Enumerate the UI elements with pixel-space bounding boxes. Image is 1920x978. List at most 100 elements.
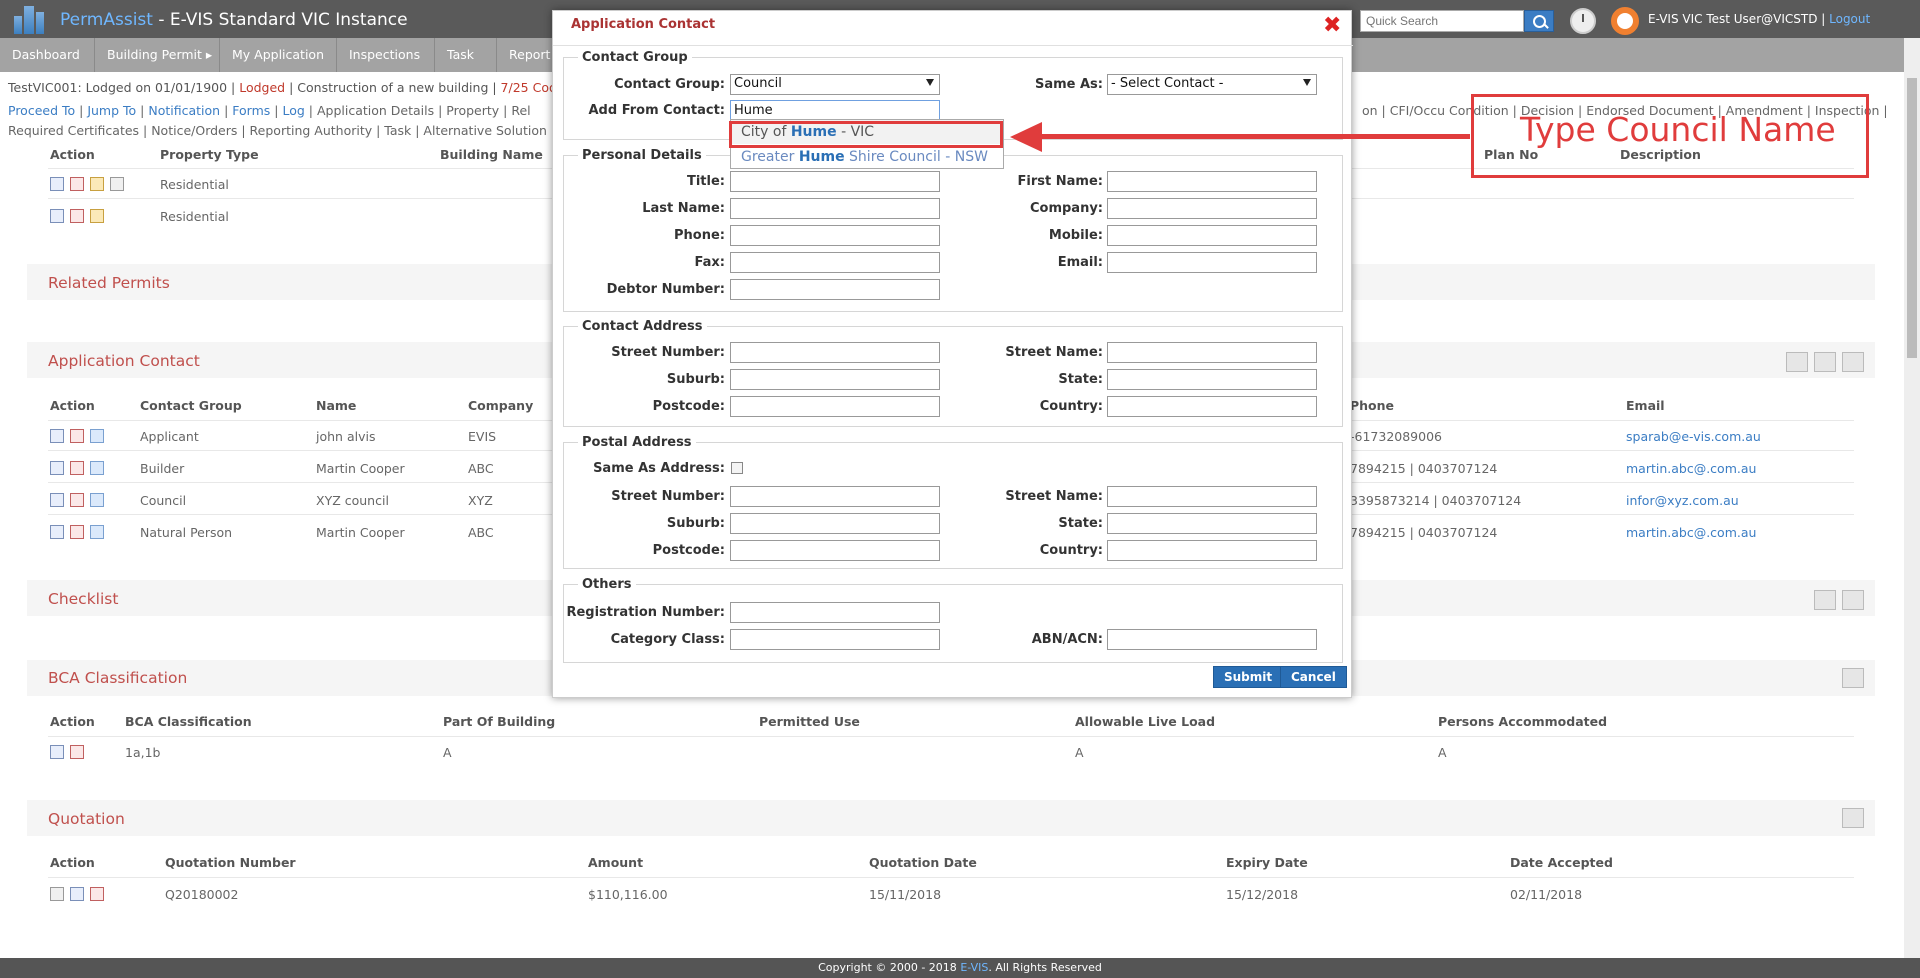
application-contact-title[interactable]: Application Contact (48, 352, 200, 370)
first-name-input[interactable] (1107, 171, 1317, 192)
submit-button[interactable]: Submit (1213, 666, 1284, 688)
registration-number-input[interactable] (730, 602, 940, 623)
debtor-number-input[interactable] (730, 279, 940, 300)
contact-email[interactable]: sparab@e-vis.com.au (1626, 429, 1761, 444)
link-rel[interactable]: Rel (511, 103, 530, 118)
edit-icon[interactable] (50, 208, 64, 223)
checklist-title[interactable]: Checklist (48, 590, 118, 608)
nav-my-application[interactable]: My Application (220, 38, 337, 72)
same-as-select[interactable]: - Select Contact - (1107, 74, 1317, 95)
property-type: Residential (160, 209, 229, 224)
nav-inspections[interactable]: Inspections (337, 38, 435, 72)
country-input[interactable] (1107, 396, 1317, 417)
add-contact-icon[interactable] (1842, 352, 1864, 372)
delete-icon[interactable] (70, 460, 84, 475)
title-input[interactable] (730, 171, 940, 192)
add-from-contact-input[interactable] (730, 100, 940, 121)
map-icon[interactable] (90, 176, 104, 191)
delete-icon[interactable] (70, 208, 84, 223)
clock-icon[interactable] (1570, 8, 1596, 34)
contact-email[interactable]: infor@xyz.com.au (1626, 493, 1739, 508)
postal-suburb-input[interactable] (730, 513, 940, 534)
scrollbar-thumb[interactable] (1907, 78, 1917, 358)
contact-email[interactable]: martin.abc@.com.au (1626, 461, 1756, 476)
abn-acn-input[interactable] (1107, 629, 1317, 650)
edit-icon[interactable] (50, 524, 64, 539)
nav-dashboard[interactable]: Dashboard (0, 38, 95, 72)
contact-group-select[interactable]: Council (730, 74, 940, 95)
postal-country-label: Country: (1039, 543, 1103, 558)
add-bca-icon[interactable] (1842, 668, 1864, 688)
link-application-details[interactable]: Application Details (317, 103, 434, 118)
edit-icon[interactable] (70, 886, 84, 901)
phone-input[interactable] (730, 225, 940, 246)
delete-icon[interactable] (70, 428, 84, 443)
postal-country-input[interactable] (1107, 540, 1317, 561)
delete-icon[interactable] (90, 886, 104, 901)
postal-postcode-input[interactable] (730, 540, 940, 561)
col-expiry-date: Expiry Date (1226, 855, 1308, 870)
street-number-input[interactable] (730, 342, 940, 363)
contact-email[interactable]: martin.abc@.com.au (1626, 525, 1756, 540)
quick-search-input[interactable] (1360, 10, 1524, 32)
link-proceed-to[interactable]: Proceed To (8, 103, 75, 118)
company-input[interactable] (1107, 198, 1317, 219)
postal-street-number-input[interactable] (730, 486, 940, 507)
mail-icon[interactable] (90, 524, 104, 539)
delete-icon[interactable] (70, 524, 84, 539)
link-forms[interactable]: Forms (232, 103, 270, 118)
street-name-input[interactable] (1107, 342, 1317, 363)
link-jump-to[interactable]: Jump To (87, 103, 136, 118)
nav-report[interactable]: Report (497, 38, 557, 72)
mobile-input[interactable] (1107, 225, 1317, 246)
section-links-row2[interactable]: Required Certificates | Notice/Orders | … (8, 123, 547, 138)
mail-icon[interactable] (1814, 352, 1836, 372)
edit-icon[interactable] (50, 176, 64, 191)
mail-icon[interactable] (90, 492, 104, 507)
logout-link[interactable]: Logout (1829, 12, 1870, 26)
link-notification[interactable]: Notification (148, 103, 220, 118)
page-scrollbar[interactable] (1904, 38, 1920, 958)
fax-input[interactable] (730, 252, 940, 273)
view-icon[interactable] (50, 886, 64, 901)
link-log[interactable]: Log (282, 103, 304, 118)
close-icon[interactable]: ✖ (1323, 15, 1343, 37)
edit-icon[interactable] (50, 744, 64, 759)
postcode-input[interactable] (730, 396, 940, 417)
delete-icon[interactable] (70, 744, 84, 759)
link-property[interactable]: Property (446, 103, 499, 118)
edit-icon[interactable] (50, 460, 64, 475)
council-icon[interactable] (1786, 352, 1808, 372)
persons-accommodated: A (1438, 745, 1447, 760)
quotation-title[interactable]: Quotation (48, 810, 125, 828)
mail-icon[interactable] (90, 460, 104, 475)
state-input[interactable] (1107, 369, 1317, 390)
category-class-input[interactable] (730, 629, 940, 650)
postal-state-input[interactable] (1107, 513, 1317, 534)
add-quotation-icon[interactable] (1842, 808, 1864, 828)
nav-task[interactable]: Task (435, 38, 497, 72)
nav-building-permit[interactable]: Building Permit ▸ (95, 38, 220, 72)
help-lifebuoy-icon[interactable] (1611, 7, 1639, 35)
suburb-input[interactable] (730, 369, 940, 390)
street-name-label: Street Name: (1005, 345, 1103, 360)
autocomplete-item[interactable]: Greater Hume Shire Council - NSW (731, 145, 1003, 169)
last-name-input[interactable] (730, 198, 940, 219)
cancel-button[interactable]: Cancel (1280, 666, 1347, 688)
email-input[interactable] (1107, 252, 1317, 273)
map-icon[interactable] (90, 208, 104, 223)
search-icon[interactable] (1524, 10, 1554, 32)
mail-icon[interactable] (90, 428, 104, 443)
delete-icon[interactable] (70, 492, 84, 507)
bca-classification-title[interactable]: BCA Classification (48, 669, 187, 687)
council-icon[interactable] (110, 176, 124, 191)
edit-icon[interactable] (50, 492, 64, 507)
edit-icon[interactable] (50, 428, 64, 443)
add-checklist-icon[interactable] (1842, 590, 1864, 610)
list-icon[interactable] (1814, 590, 1836, 610)
footer-brand-link[interactable]: E-VIS (960, 961, 988, 974)
postal-street-name-input[interactable] (1107, 486, 1317, 507)
same-as-address-checkbox[interactable] (731, 462, 743, 474)
related-permits-title[interactable]: Related Permits (48, 274, 170, 292)
delete-icon[interactable] (70, 176, 84, 191)
